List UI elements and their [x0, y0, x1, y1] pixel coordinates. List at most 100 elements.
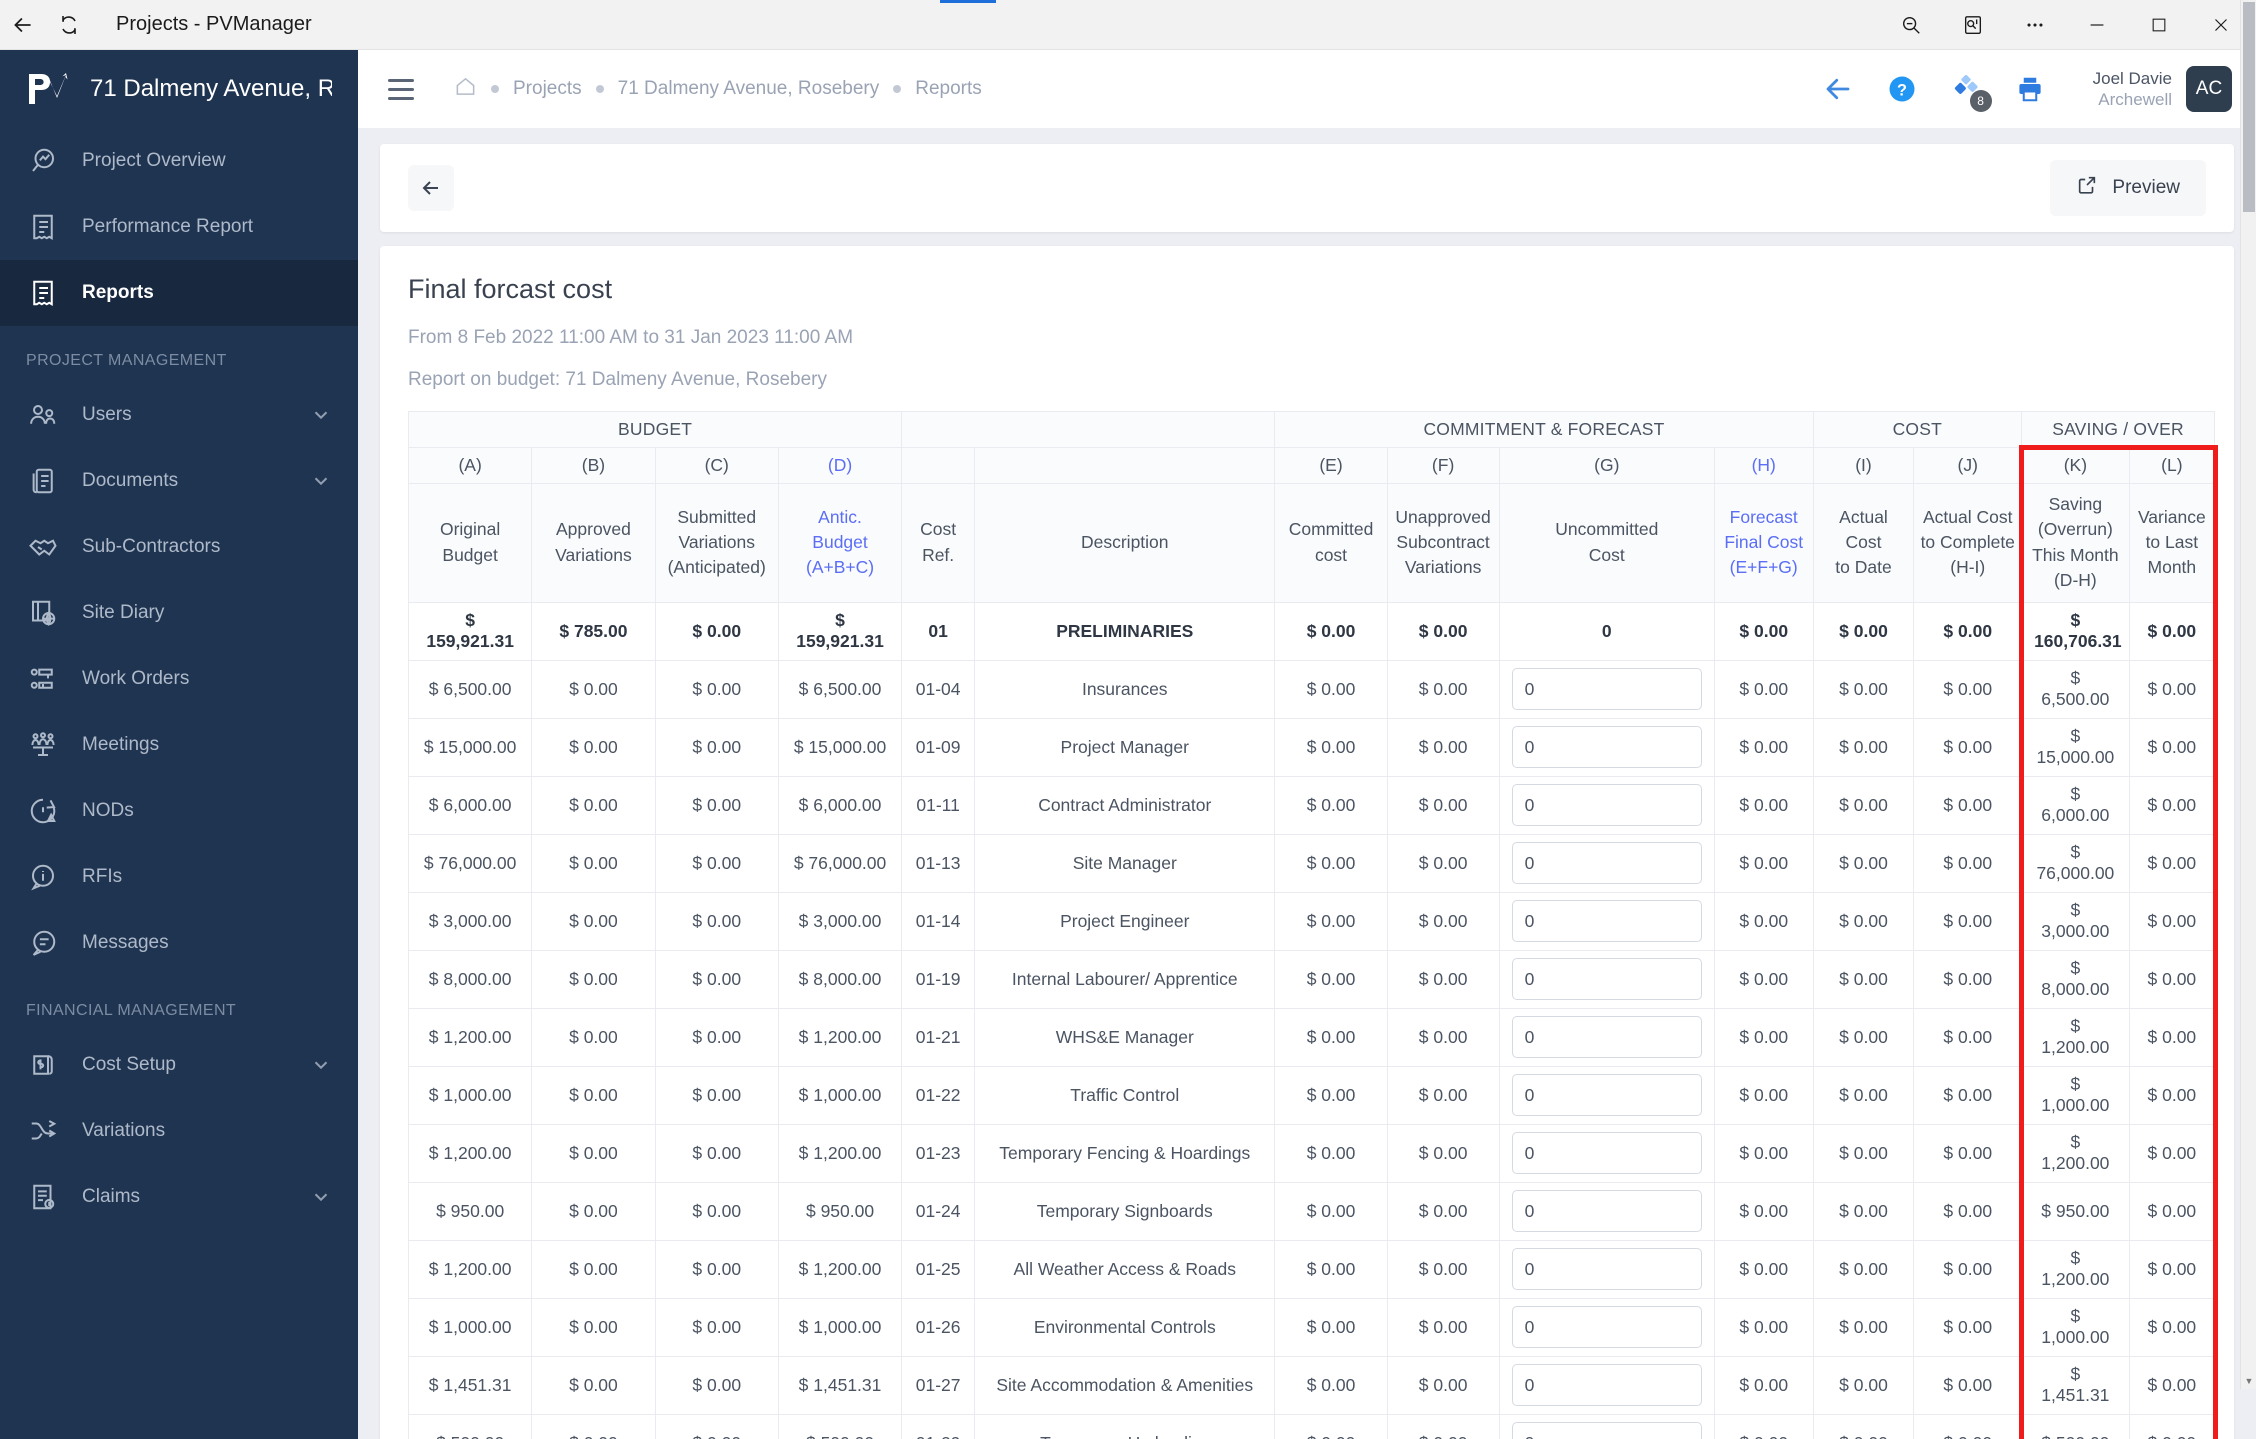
sidebar-item-messages[interactable]: Messages [0, 910, 358, 976]
window-controls [1880, 1, 2256, 49]
sidebar-item-documents[interactable]: Documents [0, 448, 358, 514]
sidebar-item-users[interactable]: Users [0, 382, 358, 448]
breadcrumb-item-projects[interactable]: Projects [513, 78, 582, 100]
breadcrumb-item-project[interactable]: 71 Dalmeny Avenue, Rosebery [618, 78, 880, 100]
cell-original-budget: $ 1,000.00 [407, 1297, 533, 1357]
cell-submitted-variations: $ 0.00 [654, 1297, 779, 1357]
sidebar-item-work-orders[interactable]: Work Orders [0, 646, 358, 712]
cell-actual-cost-to-date: $ 0.00 [1812, 891, 1915, 951]
cell-unapproved-subcontract-variations: $ 0.00 [1386, 833, 1500, 893]
scrollbar-thumb[interactable] [2243, 2, 2255, 212]
cell-uncommitted-cost: 0 [1498, 601, 1715, 661]
uncommitted-cost-input[interactable] [1511, 1016, 1702, 1058]
cell-approved-variations: $ 0.00 [531, 1123, 656, 1183]
uncommitted-cost-input[interactable] [1511, 1074, 1702, 1116]
uncommitted-cost-input[interactable] [1511, 1248, 1702, 1290]
breadcrumb-separator [491, 85, 499, 93]
home-icon[interactable] [454, 75, 477, 104]
apps-icon[interactable]: 8 [1949, 72, 1992, 112]
chevron-down-icon[interactable] [310, 470, 332, 492]
uncommitted-cost-input[interactable] [1511, 958, 1702, 1000]
cell-approved-variations: $ 785.00 [531, 601, 656, 661]
uncommitted-cost-input[interactable] [1511, 900, 1702, 942]
zoom-out-icon[interactable] [1880, 1, 1942, 49]
sidebar-item-project-overview[interactable]: Project Overview [0, 128, 358, 194]
cell-saving-overrun-this-month: $ 8,000.00 [2021, 949, 2130, 1009]
cell-cost-ref: 01-14 [901, 891, 976, 951]
avatar[interactable]: AC [2186, 66, 2232, 112]
uncommitted-cost-input[interactable] [1511, 1132, 1702, 1174]
sidebar-item-nods[interactable]: NODs [0, 778, 358, 844]
user-menu[interactable]: Joel Davie Archewell AC [2093, 66, 2232, 112]
uncommitted-cost-input[interactable] [1511, 1422, 1702, 1439]
print-icon[interactable] [2013, 72, 2047, 106]
cell-saving-overrun-this-month: $ 1,200.00 [2021, 1007, 2130, 1067]
cell-anticipated-budget: $ 15,000.00 [777, 717, 903, 777]
cell-forecast-final-cost: $ 0.00 [1713, 949, 1814, 1009]
help-icon[interactable]: ? [1885, 72, 1919, 106]
column-header-unapproved-subcontract-variations: Unapproved Subcontract Variations [1386, 483, 1500, 603]
cell-forecast-final-cost: $ 0.00 [1713, 1065, 1814, 1125]
reading-view-icon[interactable] [1942, 1, 2004, 49]
uncommitted-cost-input[interactable] [1511, 1364, 1702, 1406]
cell-uncommitted-cost [1498, 717, 1715, 777]
sidebar-item-meetings[interactable]: Meetings [0, 712, 358, 778]
uncommitted-cost-input[interactable] [1511, 1306, 1702, 1348]
sidebar-item-reports[interactable]: Reports [0, 260, 358, 326]
chevron-down-icon[interactable] [310, 1186, 332, 1208]
column-letter-f: (F) [1386, 447, 1500, 484]
cell-committed-cost: $ 0.00 [1274, 1065, 1388, 1125]
hamburger-menu-icon[interactable] [388, 72, 422, 106]
chevron-down-icon[interactable] [310, 404, 332, 426]
cell-saving-overrun-this-month: $ 6,000.00 [2021, 775, 2130, 835]
cell-variance-to-last-month: $ 0.00 [2128, 1239, 2216, 1299]
cell-approved-variations: $ 0.00 [531, 1355, 656, 1415]
cell-actual-cost-to-complete: $ 0.00 [1913, 833, 2023, 893]
cell-committed-cost: $ 0.00 [1274, 601, 1388, 661]
sidebar-item-claims[interactable]: Claims [0, 1164, 358, 1230]
sidebar-item-sub-contractors[interactable]: Sub-Contractors [0, 514, 358, 580]
cell-submitted-variations: $ 0.00 [654, 601, 779, 661]
sidebar-brand[interactable]: 71 Dalmeny Avenue, R [0, 50, 358, 128]
cell-variance-to-last-month: $ 0.00 [2128, 949, 2216, 1009]
uncommitted-cost-input[interactable] [1511, 1190, 1702, 1232]
table-row: $ 1,200.00 $ 0.00 $ 0.00 $ 1,200.00 01-23 Tem… [407, 1123, 2216, 1183]
window-refresh-icon[interactable] [46, 5, 92, 45]
cell-description: All Weather Access & Roads [974, 1239, 1276, 1299]
cell-approved-variations: $ 0.00 [531, 949, 656, 1009]
cell-description: Project Engineer [974, 891, 1276, 951]
sidebar-item-performance-report[interactable]: Performance Report [0, 194, 358, 260]
cell-description: Environmental Controls [974, 1297, 1276, 1357]
cell-actual-cost-to-date: $ 0.00 [1812, 659, 1915, 719]
table-row: $ 1,200.00 $ 0.00 $ 0.00 $ 1,200.00 01-25 All… [407, 1239, 2216, 1299]
minimize-icon[interactable] [2066, 1, 2128, 49]
scroll-down-arrow[interactable]: ▼ [2241, 1373, 2256, 1389]
documents-icon [26, 464, 60, 498]
header-back-icon[interactable] [1821, 72, 1855, 106]
more-options-icon[interactable] [2004, 1, 2066, 49]
sidebar-item-rfis[interactable]: RFIs [0, 844, 358, 910]
cell-original-budget: $ 950.00 [407, 1181, 533, 1241]
breadcrumb-item-reports[interactable]: Reports [915, 78, 982, 100]
cell-anticipated-budget: $ 76,000.00 [777, 833, 903, 893]
window-back-icon[interactable] [0, 5, 46, 45]
preview-button[interactable]: Preview [2050, 160, 2206, 216]
uncommitted-cost-input[interactable] [1511, 784, 1702, 826]
sidebar-item-label: RFIs [82, 866, 123, 887]
chevron-down-icon[interactable] [310, 1054, 332, 1076]
sidebar-item-cost-setup[interactable]: Cost Setup [0, 1032, 358, 1098]
cell-actual-cost-to-complete: $ 0.00 [1913, 1007, 2023, 1067]
cell-saving-overrun-this-month: $ 1,200.00 [2021, 1239, 2130, 1299]
table-row: $ 1,000.00 $ 0.00 $ 0.00 $ 1,000.00 01-22 Tra… [407, 1065, 2216, 1125]
rfi-icon [26, 860, 60, 894]
report-back-button[interactable] [408, 165, 454, 211]
sidebar-item-site-diary[interactable]: Site Diary [0, 580, 358, 646]
uncommitted-cost-input[interactable] [1511, 842, 1702, 884]
uncommitted-cost-input[interactable] [1511, 668, 1702, 710]
page-scrollbar[interactable]: ▲ ▼ [2240, 0, 2256, 1389]
maximize-icon[interactable] [2128, 1, 2190, 49]
sidebar-item-variations[interactable]: Variations [0, 1098, 358, 1164]
uncommitted-cost-input[interactable] [1511, 726, 1702, 768]
cell-approved-variations: $ 0.00 [531, 1413, 656, 1439]
cell-committed-cost: $ 0.00 [1274, 1007, 1388, 1067]
